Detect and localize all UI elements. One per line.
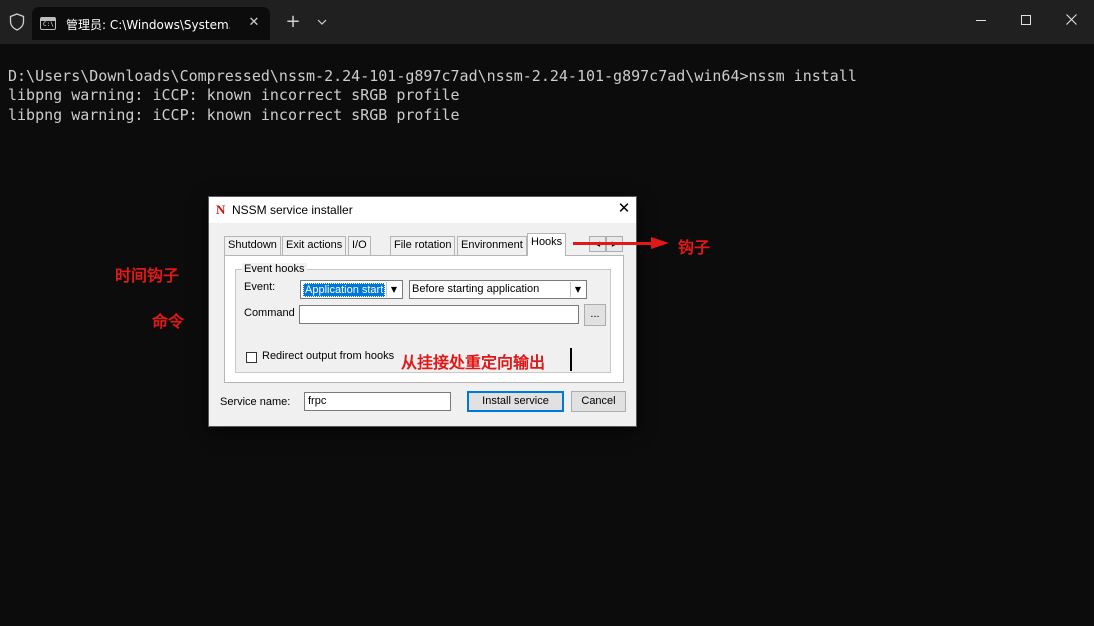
tab-hooks[interactable]: Hooks	[527, 233, 567, 256]
annotation-hooks: 钩子	[678, 238, 711, 257]
tab-dropdown-button[interactable]	[311, 11, 333, 33]
new-tab-button[interactable]: +	[282, 11, 304, 33]
tab-shutdown[interactable]: Shutdown	[224, 236, 281, 255]
terminal-output[interactable]: D:\Users\Downloads\Compressed\nssm-2.24-…	[8, 67, 857, 125]
console-icon: C:\	[40, 17, 56, 30]
tab-file-rotation[interactable]: File rotation	[390, 236, 456, 255]
event-select[interactable]: Application start ▼	[300, 280, 403, 299]
terminal-titlebar: C:\ 管理员: C:\Windows\System32 ✕ +	[0, 0, 1094, 44]
nssm-logo-icon: N	[216, 202, 226, 217]
service-name-label: Service name:	[220, 396, 291, 408]
tab-title: 管理员: C:\Windows\System32	[66, 18, 230, 32]
terminal-tab[interactable]: C:\ 管理员: C:\Windows\System32 ✕	[32, 7, 270, 40]
annotation-arrow	[573, 242, 653, 245]
redirect-label: Redirect output from hooks	[262, 350, 395, 362]
group-label: Event hooks	[242, 263, 307, 275]
shield-icon	[9, 13, 25, 31]
annotation-command: 命令	[152, 312, 185, 331]
tab-environment[interactable]: Environment	[457, 236, 527, 255]
annotation-redirect: 从挂接处重定向输出	[401, 353, 546, 372]
chevron-down-icon: ▼	[570, 282, 585, 297]
action-select[interactable]: Before starting application ▼	[409, 280, 587, 299]
maximize-icon	[1021, 15, 1031, 25]
service-name-input[interactable]: frpc	[304, 392, 451, 411]
action-select-value: Before starting application	[412, 283, 540, 295]
terminal-line: libpng warning: iCCP: known incorrect sR…	[8, 86, 460, 105]
chevron-down-icon: ▼	[386, 282, 401, 297]
tab-io[interactable]: I/O	[348, 236, 371, 255]
cancel-button[interactable]: Cancel	[571, 391, 626, 412]
tab-exit-actions[interactable]: Exit actions	[282, 236, 347, 255]
terminal-line: D:\Users\Downloads\Compressed\nssm-2.24-…	[8, 67, 857, 85]
event-label: Event:	[244, 281, 276, 293]
close-icon	[1065, 14, 1077, 25]
event-select-value: Application start	[303, 283, 386, 297]
install-service-button[interactable]: Install service	[467, 391, 564, 412]
nssm-dialog: N NSSM service installer ✕ Shutdown Exit…	[208, 196, 637, 427]
dialog-title: NSSM service installer	[232, 203, 353, 217]
redirect-checkbox[interactable]	[246, 352, 257, 363]
window-close-button[interactable]	[1048, 6, 1094, 34]
browse-button[interactable]: ...	[584, 304, 606, 326]
command-label: Command	[244, 307, 295, 319]
annotation-time-hook: 时间钩子	[115, 266, 180, 285]
arrow-right-icon	[651, 237, 669, 249]
minimize-icon	[976, 20, 986, 21]
text-cursor	[570, 348, 572, 371]
tab-close-icon[interactable]: ✕	[244, 13, 264, 33]
chevron-down-icon	[317, 19, 327, 25]
dialog-close-button[interactable]: ✕	[613, 199, 635, 221]
dialog-titlebar: N NSSM service installer ✕	[209, 197, 636, 223]
minimize-button[interactable]	[958, 6, 1004, 34]
maximize-button[interactable]	[1003, 6, 1049, 34]
terminal-line: libpng warning: iCCP: known incorrect sR…	[8, 105, 460, 124]
command-input[interactable]	[299, 305, 579, 324]
